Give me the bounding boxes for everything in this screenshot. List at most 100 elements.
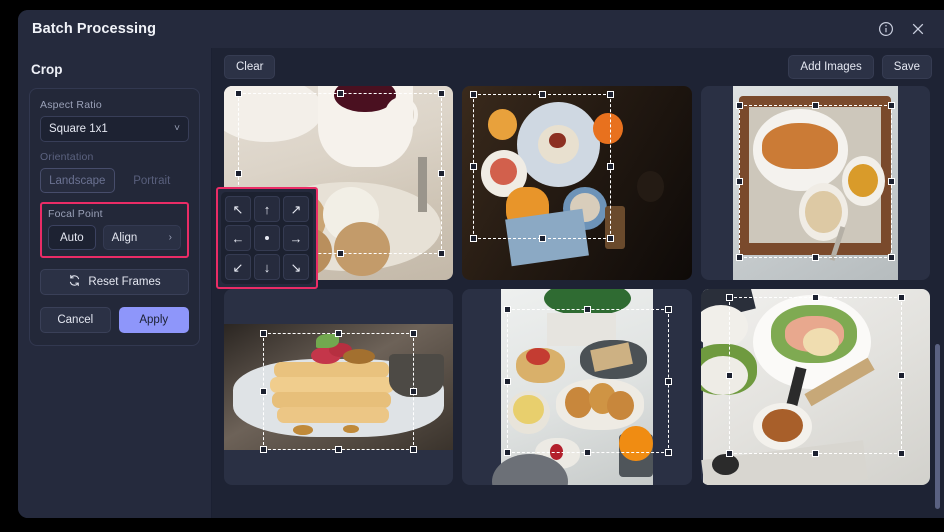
crop-handle-nw[interactable] xyxy=(235,90,242,97)
align-left[interactable]: ← xyxy=(225,225,251,251)
gallery-toolbar: Clear Add Images Save xyxy=(212,48,944,86)
crop-handle-sw[interactable] xyxy=(260,446,267,453)
crop-handle-sw[interactable] xyxy=(725,450,733,457)
crop-handle-e[interactable] xyxy=(664,377,672,385)
crop-handle-s[interactable] xyxy=(811,450,819,457)
align-top-right[interactable]: ↗ xyxy=(283,196,309,222)
crop-handle-ne[interactable] xyxy=(664,306,672,313)
chevron-right-icon: › xyxy=(168,232,172,243)
align-top[interactable]: ↑ xyxy=(254,196,280,222)
crop-handle-se[interactable] xyxy=(438,250,446,257)
crop-handle-s[interactable] xyxy=(811,254,819,261)
crop-handle-sw[interactable] xyxy=(735,254,743,261)
focal-point-align-label: Align xyxy=(111,231,138,244)
crop-handle-s[interactable] xyxy=(538,235,546,242)
close-x-icon[interactable] xyxy=(908,19,928,39)
crop-handle-n[interactable] xyxy=(584,306,592,313)
crop-handle-se[interactable] xyxy=(607,235,615,242)
crop-selection-overlay[interactable] xyxy=(470,91,615,242)
reset-frames-label: Reset Frames xyxy=(88,276,161,288)
crop-handle-ne[interactable] xyxy=(410,330,418,337)
crop-selection-overlay[interactable] xyxy=(725,294,905,457)
crop-selection-overlay[interactable] xyxy=(504,306,672,456)
crop-handle-w[interactable] xyxy=(725,372,733,379)
orientation-label: Orientation xyxy=(40,151,94,163)
crop-handle-w[interactable] xyxy=(504,377,512,385)
focal-point-align-button[interactable]: Align › xyxy=(102,225,181,250)
crop-handle-se[interactable] xyxy=(887,254,895,261)
add-images-button[interactable]: Add Images xyxy=(788,55,874,79)
crop-handle-n[interactable] xyxy=(336,90,344,97)
crop-handle-se[interactable] xyxy=(897,450,905,457)
crop-handle-e[interactable] xyxy=(897,372,905,379)
crop-handle-nw[interactable] xyxy=(725,294,733,301)
crop-handle-e[interactable] xyxy=(607,163,615,170)
aspect-ratio-select[interactable]: Square 1x1 ˅ xyxy=(40,116,189,142)
gallery-item-brunch-table[interactable] xyxy=(462,289,692,485)
crop-handle-s[interactable] xyxy=(584,449,592,456)
align-bottom[interactable]: ↓ xyxy=(254,254,280,280)
orientation-option-portrait[interactable]: Portrait xyxy=(115,168,190,193)
crop-sidebar: Crop Aspect Ratio Square 1x1 ˅ Orientati… xyxy=(18,48,212,518)
aspect-ratio-label: Aspect Ratio xyxy=(40,99,102,111)
refresh-icon xyxy=(68,274,81,290)
clear-button[interactable]: Clear xyxy=(224,55,276,79)
cancel-button[interactable]: Cancel xyxy=(40,307,111,333)
crop-handle-se[interactable] xyxy=(664,449,672,456)
orientation-option-landscape[interactable]: Landscape xyxy=(40,168,115,193)
crop-handle-w[interactable] xyxy=(235,170,242,177)
crop-handle-e[interactable] xyxy=(438,170,446,177)
focal-point-dpad-highlight: ↖ ↑ ↗ ← → ↙ ↓ ↘ xyxy=(216,187,318,289)
align-center[interactable] xyxy=(254,225,280,251)
crop-handle-ne[interactable] xyxy=(897,294,905,301)
gallery-item-pancake-stack[interactable] xyxy=(224,289,454,485)
focal-point-label: Focal Point xyxy=(48,208,103,220)
batch-processing-dialog: Batch Processing Crop Aspect Ratio Squar… xyxy=(18,10,944,518)
crop-options-panel: Aspect Ratio Square 1x1 ˅ Orientation La… xyxy=(29,88,200,346)
crop-handle-sw[interactable] xyxy=(504,449,512,456)
orientation-segmented-control: Landscape Portrait xyxy=(40,168,189,193)
gallery-item-salad-and-coffee[interactable] xyxy=(700,289,930,485)
crop-handle-n[interactable] xyxy=(538,91,546,98)
crop-handle-s[interactable] xyxy=(336,250,344,257)
aspect-ratio-value: Square 1x1 xyxy=(49,123,108,135)
crop-handle-ne[interactable] xyxy=(438,90,446,97)
titlebar-actions xyxy=(876,19,928,39)
gallery-item-croissant-on-tray[interactable] xyxy=(700,86,930,280)
crop-handle-ne[interactable] xyxy=(887,102,895,109)
reset-frames-button[interactable]: Reset Frames xyxy=(40,269,189,295)
crop-handle-nw[interactable] xyxy=(504,306,512,313)
crop-handle-sw[interactable] xyxy=(470,235,478,242)
focal-point-auto-button[interactable]: Auto xyxy=(48,225,96,250)
focal-point-group-highlight: Focal Point Auto Align › xyxy=(40,202,189,258)
dialog-titlebar: Batch Processing xyxy=(18,10,944,48)
crop-handle-nw[interactable] xyxy=(470,91,478,98)
apply-button[interactable]: Apply xyxy=(118,307,189,333)
gallery-item-dark-breakfast-spread[interactable] xyxy=(462,86,692,280)
crop-handle-s[interactable] xyxy=(335,446,343,453)
align-bottom-right[interactable]: ↘ xyxy=(283,254,309,280)
info-circle-icon[interactable] xyxy=(876,19,896,39)
focal-point-controls: Auto Align › xyxy=(48,225,181,250)
crop-handle-e[interactable] xyxy=(410,388,418,395)
crop-handle-w[interactable] xyxy=(260,388,267,395)
crop-handle-n[interactable] xyxy=(811,102,819,109)
crop-handle-w[interactable] xyxy=(470,163,478,170)
crop-handle-n[interactable] xyxy=(811,294,819,301)
crop-selection-overlay[interactable] xyxy=(260,330,418,453)
gallery-scrollbar-thumb[interactable] xyxy=(935,344,940,509)
align-top-left[interactable]: ↖ xyxy=(225,196,251,222)
crop-selection-overlay[interactable] xyxy=(735,102,895,261)
crop-handle-n[interactable] xyxy=(335,330,343,337)
align-bottom-left[interactable]: ↙ xyxy=(225,254,251,280)
crop-handle-ne[interactable] xyxy=(607,91,615,98)
crop-handle-nw[interactable] xyxy=(260,330,267,337)
crop-handle-nw[interactable] xyxy=(735,102,743,109)
gallery-scroll-region[interactable] xyxy=(212,86,944,518)
crop-handle-w[interactable] xyxy=(735,178,743,185)
crop-handle-e[interactable] xyxy=(887,178,895,185)
align-right[interactable]: → xyxy=(283,225,309,251)
save-button[interactable]: Save xyxy=(881,55,932,79)
gallery-area: Clear Add Images Save xyxy=(212,48,944,518)
crop-handle-se[interactable] xyxy=(410,446,418,453)
